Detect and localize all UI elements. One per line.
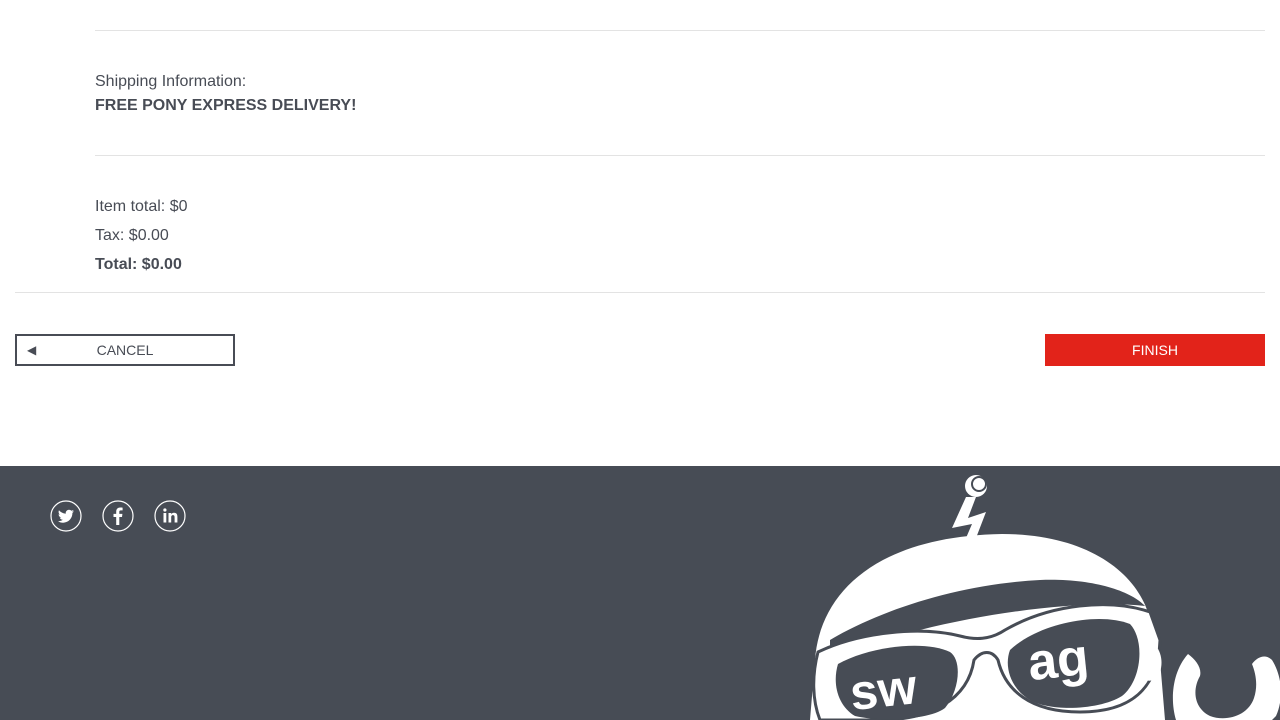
- cancel-button[interactable]: ◀ CANCEL: [15, 334, 235, 366]
- finish-button[interactable]: FINISH: [1045, 334, 1265, 366]
- svg-text:sw: sw: [847, 658, 919, 720]
- linkedin-icon[interactable]: [154, 500, 186, 532]
- footer: sw ag: [0, 466, 1280, 720]
- item-total-label: Item total: $0: [95, 198, 188, 215]
- checkout-overview-page: Shipping Information: FREE PONY EXPRESS …: [0, 0, 1280, 720]
- facebook-icon[interactable]: [102, 500, 134, 532]
- tax-label: Tax: $0.00: [95, 227, 169, 244]
- swag-robot-logo: sw ag: [810, 475, 1280, 720]
- shipping-info-value: FREE PONY EXPRESS DELIVERY!: [95, 97, 357, 114]
- divider-bottom: [15, 292, 1265, 293]
- shipping-info-label: Shipping Information:: [95, 73, 247, 90]
- twitter-icon[interactable]: [50, 500, 82, 532]
- divider-top: [95, 30, 1265, 31]
- cancel-button-label: CANCEL: [96, 342, 154, 358]
- total-label: Total: $0.00: [95, 256, 182, 273]
- svg-text:ag: ag: [1025, 628, 1091, 692]
- divider-middle: [95, 155, 1265, 156]
